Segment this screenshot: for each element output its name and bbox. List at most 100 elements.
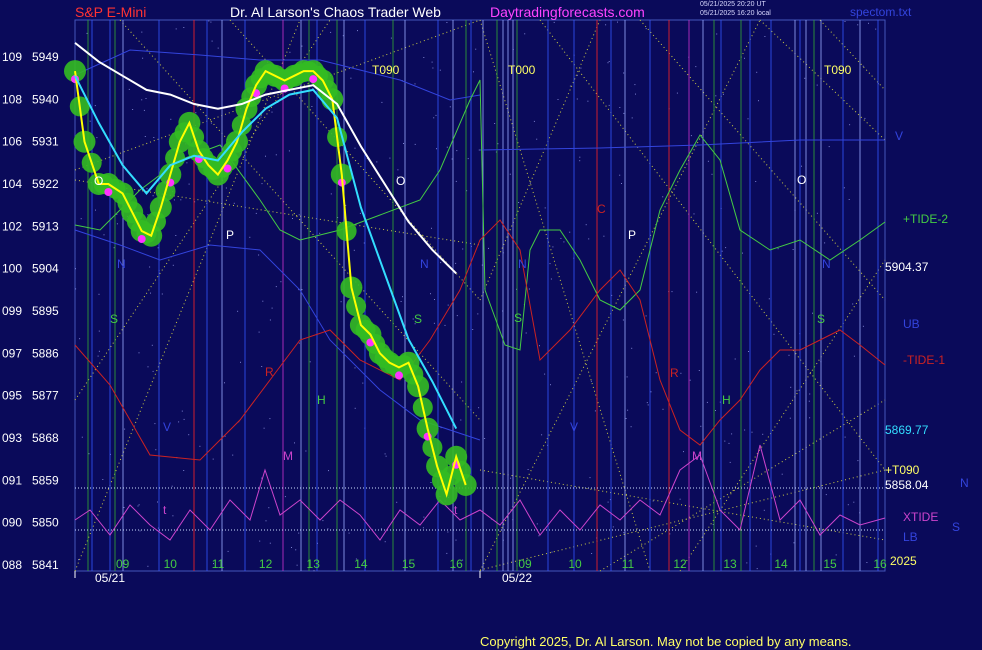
right-label: XTIDE bbox=[903, 510, 938, 524]
forecast-x-tick: 13 bbox=[723, 557, 737, 571]
chart-annotation: O bbox=[797, 173, 806, 187]
chart-annotation: R bbox=[265, 365, 274, 379]
star-dot bbox=[175, 28, 177, 30]
star-dot bbox=[755, 181, 757, 182]
star-dot bbox=[768, 298, 770, 300]
star-dot bbox=[330, 31, 332, 33]
chart-annotation: V bbox=[163, 420, 171, 434]
star-dot bbox=[864, 117, 866, 119]
star-dot bbox=[328, 470, 329, 472]
chart-annotation: S bbox=[514, 311, 522, 325]
star-dot bbox=[225, 187, 227, 189]
star-dot bbox=[152, 195, 154, 197]
star-dot bbox=[844, 21, 846, 22]
star-dot bbox=[258, 331, 260, 333]
star-dot bbox=[711, 173, 713, 175]
star-dot bbox=[742, 252, 743, 254]
star-dot bbox=[400, 301, 402, 302]
star-dot bbox=[631, 117, 633, 119]
star-dot bbox=[446, 552, 448, 554]
right-label: 5904.37 bbox=[885, 260, 929, 274]
star-dot bbox=[683, 451, 684, 453]
star-dot bbox=[847, 504, 849, 506]
star-dot bbox=[607, 62, 609, 64]
star-dot bbox=[536, 523, 538, 525]
star-dot bbox=[494, 123, 496, 124]
star-dot bbox=[781, 473, 783, 475]
y-tick-price: 5886 bbox=[32, 346, 59, 360]
star-dot bbox=[354, 367, 356, 369]
star-dot bbox=[381, 101, 383, 103]
right-label: 2025 bbox=[890, 554, 917, 568]
star-dot bbox=[875, 28, 877, 30]
star-dot bbox=[569, 85, 571, 87]
chart-annotation: S bbox=[110, 312, 118, 326]
y-tick-price: 5931 bbox=[32, 135, 59, 149]
x-tick-label: 14 bbox=[354, 557, 368, 571]
star-dot bbox=[790, 386, 792, 388]
star-dot bbox=[792, 249, 794, 250]
star-dot bbox=[706, 401, 708, 403]
star-dot bbox=[696, 291, 698, 293]
star-dot bbox=[422, 527, 424, 529]
star-dot bbox=[95, 209, 96, 211]
star-dot bbox=[311, 106, 313, 107]
star-dot bbox=[852, 303, 854, 305]
star-dot bbox=[183, 470, 185, 471]
magenta-dot bbox=[309, 75, 318, 84]
star-dot bbox=[390, 37, 392, 39]
star-dot bbox=[607, 501, 609, 503]
star-dot bbox=[265, 520, 267, 522]
star-dot bbox=[446, 146, 448, 148]
star-dot bbox=[385, 455, 387, 457]
star-dot bbox=[362, 382, 364, 384]
star-dot bbox=[549, 263, 551, 265]
star-dot bbox=[301, 45, 303, 47]
star-dot bbox=[435, 114, 437, 116]
star-dot bbox=[655, 372, 657, 374]
star-dot bbox=[94, 105, 96, 107]
y-tick-left: 102 bbox=[2, 219, 22, 233]
chart-annotation: T090 bbox=[372, 63, 400, 77]
x-tick-label: 11 bbox=[212, 557, 225, 571]
star-dot bbox=[447, 531, 449, 533]
forecast-x-tick: 09 bbox=[518, 557, 532, 571]
star-dot bbox=[289, 51, 291, 53]
star-dot bbox=[536, 138, 538, 140]
y-tick-price: 5859 bbox=[32, 473, 59, 487]
star-dot bbox=[809, 393, 811, 395]
star-dot bbox=[862, 65, 864, 67]
star-dot bbox=[645, 315, 647, 317]
star-dot bbox=[208, 20, 210, 22]
star-dot bbox=[455, 262, 457, 264]
star-dot bbox=[359, 212, 361, 214]
star-dot bbox=[113, 247, 115, 249]
website-link[interactable]: Daytradingforecasts.com bbox=[490, 4, 645, 20]
star-dot bbox=[689, 379, 691, 381]
star-dot bbox=[544, 373, 546, 375]
star-dot bbox=[296, 564, 298, 566]
star-dot bbox=[161, 293, 163, 295]
y-tick-left: 106 bbox=[2, 135, 22, 149]
star-dot bbox=[455, 180, 457, 182]
star-dot bbox=[183, 27, 185, 28]
star-dot bbox=[431, 227, 432, 229]
star-dot bbox=[804, 77, 806, 79]
star-dot bbox=[79, 338, 81, 340]
star-dot bbox=[298, 214, 300, 216]
x-tick-label: 16 bbox=[449, 557, 463, 571]
star-dot bbox=[630, 426, 632, 428]
star-dot bbox=[619, 174, 621, 176]
star-dot bbox=[626, 376, 628, 378]
star-dot bbox=[330, 193, 332, 195]
star-dot bbox=[123, 507, 125, 508]
star-dot bbox=[627, 409, 629, 411]
right-label: LB bbox=[903, 530, 918, 544]
star-dot bbox=[623, 532, 625, 534]
star-dot bbox=[758, 100, 759, 102]
star-dot bbox=[816, 212, 818, 214]
star-dot bbox=[866, 562, 868, 563]
star-dot bbox=[580, 67, 582, 69]
x-tick-label: 10 bbox=[164, 557, 178, 571]
magenta-dot bbox=[137, 235, 146, 243]
